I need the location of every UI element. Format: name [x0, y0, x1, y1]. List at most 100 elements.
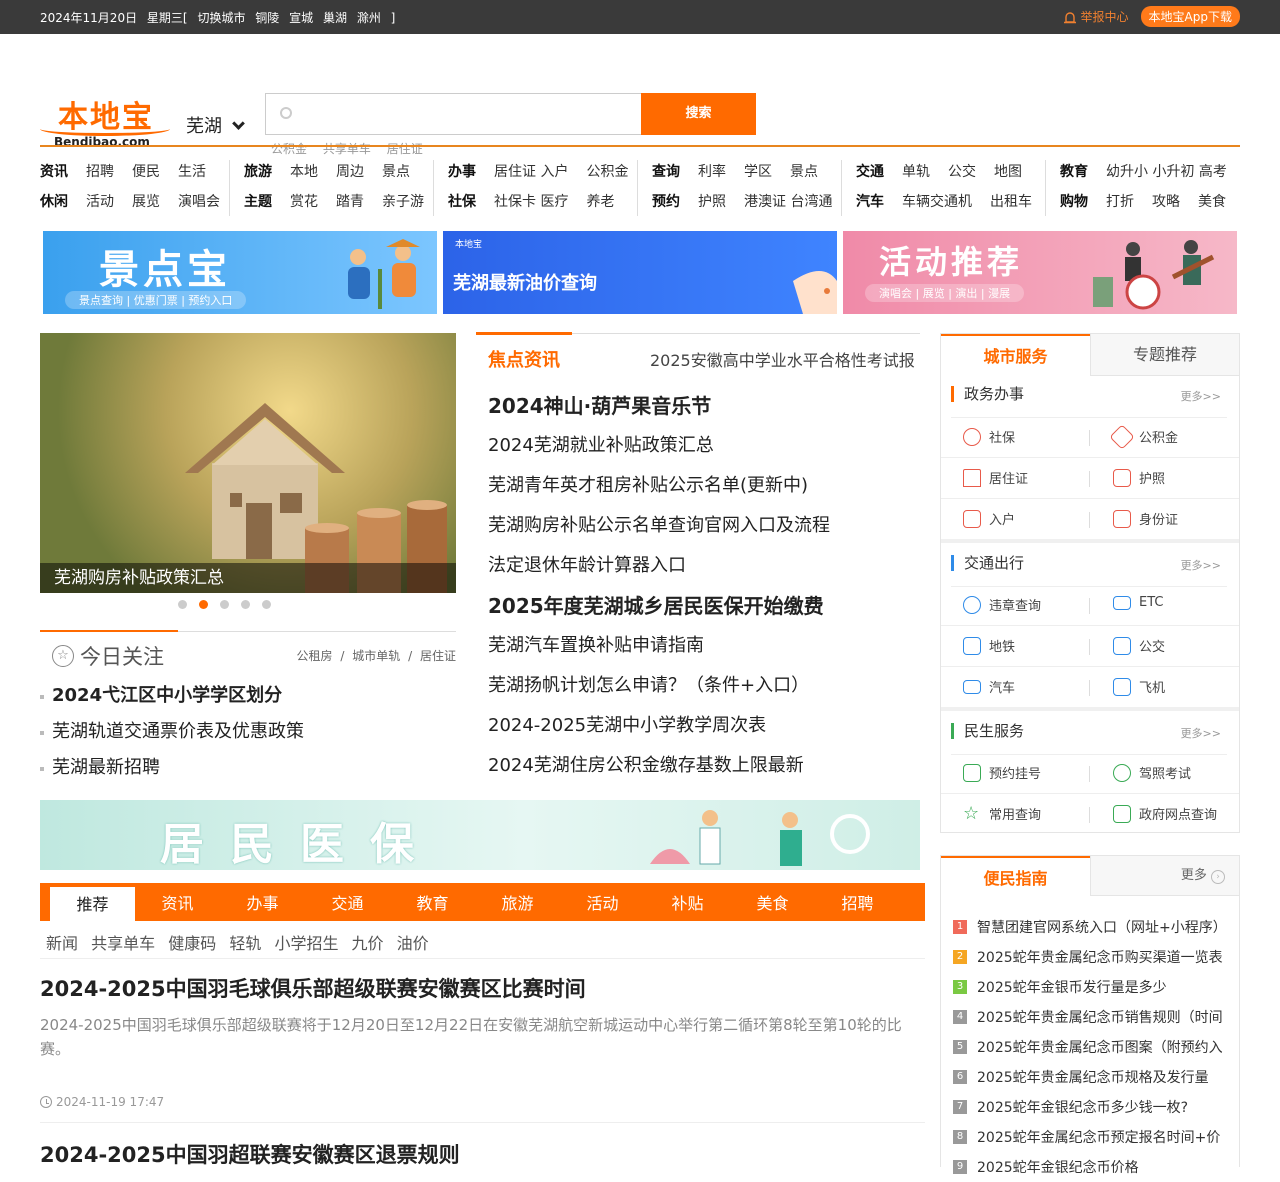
nav-link[interactable]: 查询 — [652, 164, 680, 180]
nav-link[interactable]: 养老 — [586, 194, 614, 210]
nav-link[interactable]: 演唱会 — [178, 194, 220, 210]
list-item[interactable]: 2024-2025芜湖中小学教学周次表 — [488, 711, 830, 751]
city-link[interactable]: 滁州 — [357, 11, 381, 25]
list-item[interactable]: 2024芜湖就业补贴政策汇总 — [488, 431, 830, 471]
slide-dot[interactable] — [178, 600, 187, 609]
nav-link[interactable]: 公交 — [948, 164, 976, 180]
slide-dot[interactable] — [241, 600, 250, 609]
service-violation[interactable]: 违章查询 — [963, 595, 1041, 614]
nav-link[interactable]: 赏花 — [290, 194, 318, 210]
service-idcard[interactable]: 身份证 — [1113, 509, 1178, 528]
today-tag-link[interactable]: 公租房 — [297, 649, 333, 663]
service-juzhuzheng[interactable]: 居住证 — [963, 468, 1028, 487]
list-item[interactable]: 2024芜湖住房公积金缴存基数上限最新 — [488, 751, 830, 791]
slide-dot[interactable] — [262, 600, 271, 609]
tab-traffic[interactable]: 交通 — [305, 883, 390, 921]
nav-link[interactable]: 攻略 — [1152, 194, 1180, 210]
nav-link[interactable]: 出租车 — [990, 194, 1032, 210]
nav-link[interactable]: 美食 — [1198, 194, 1226, 210]
service-gongjijin[interactable]: 公积金 — [1109, 423, 1178, 450]
list-item[interactable]: 芜湖最新招聘 — [40, 755, 304, 791]
service-plane[interactable]: 飞机 — [1113, 677, 1165, 696]
city-selector[interactable]: 芜湖 — [186, 112, 245, 138]
nav-link[interactable]: 打折 — [1106, 194, 1134, 210]
sub-tab-link[interactable]: 轻轨 — [229, 934, 261, 953]
search-input[interactable] — [302, 104, 622, 126]
search-button[interactable]: 搜索 — [641, 93, 756, 135]
tab-events[interactable]: 活动 — [560, 883, 645, 921]
guide-item[interactable]: 4 2025蛇年贵金属纪念币销售规则（时间 — [953, 1002, 1227, 1032]
tab-food[interactable]: 美食 — [730, 883, 815, 921]
service-etc[interactable]: ETC — [1113, 595, 1163, 610]
nav-link[interactable]: 休闲 — [40, 194, 68, 210]
tab-education[interactable]: 教育 — [390, 883, 475, 921]
guide-item[interactable]: 8 2025蛇年金属纪念币预定报名时间+价 — [953, 1122, 1227, 1152]
service-ruhu[interactable]: 入户 — [963, 509, 1015, 528]
tab-recommend[interactable]: 推荐 — [50, 887, 135, 921]
nav-link[interactable]: 景点 — [382, 164, 410, 180]
guide-more-link[interactable]: 更多 › — [1090, 856, 1239, 896]
list-item[interactable]: 2025年度芜湖城乡居民医保开始缴费 — [488, 591, 830, 631]
nav-link[interactable]: 主题 — [244, 194, 272, 210]
slide-dot-active[interactable] — [199, 600, 208, 609]
sub-tab-link[interactable]: 共享单车 — [91, 934, 155, 953]
slide-dot[interactable] — [220, 600, 229, 609]
tab-subsidy[interactable]: 补贴 — [645, 883, 730, 921]
nav-link[interactable]: 周边 — [336, 164, 364, 180]
list-item[interactable]: 法定退休年龄计算器入口 — [488, 551, 830, 591]
city-link[interactable]: 宣城 — [289, 11, 313, 25]
report-center-link[interactable]: 举报中心 — [1063, 8, 1129, 25]
nav-link[interactable]: 社保 — [448, 194, 476, 210]
service-bus[interactable]: 公交 — [1113, 636, 1165, 655]
list-item[interactable]: 芜湖轨道交通票价表及优惠政策 — [40, 719, 304, 755]
guide-item[interactable]: 1 智慧团建官网系统入口（网址+小程序） — [953, 912, 1227, 942]
list-item[interactable]: 芜湖青年英才租房补贴公示名单(更新中) — [488, 471, 830, 511]
list-item[interactable]: 芜湖汽车置换补贴申请指南 — [488, 631, 830, 671]
nav-link[interactable]: 护照 — [698, 194, 726, 210]
nav-link[interactable]: 展览 — [132, 194, 160, 210]
scenic-banner[interactable]: 景点宝 景点查询 | 优惠门票 | 预约入口 — [43, 231, 437, 314]
today-tag-link[interactable]: 城市单轨 — [352, 649, 400, 663]
tab-topics[interactable]: 专题推荐 — [1090, 334, 1239, 376]
nav-link[interactable]: 教育 — [1060, 164, 1088, 180]
focus-lead-link[interactable]: 2025安徽高中学业水平合格性考试报 — [650, 347, 915, 371]
nav-link[interactable]: 招聘 — [86, 164, 114, 180]
tab-travel[interactable]: 旅游 — [475, 883, 560, 921]
service-common-query[interactable]: ☆ 常用查询 — [963, 804, 1041, 823]
guide-item[interactable]: 3 2025蛇年金银币发行量是多少 — [953, 972, 1227, 1002]
service-gov-outlets[interactable]: 政府网点查询 — [1113, 804, 1217, 823]
nav-link[interactable]: 购物 — [1060, 194, 1088, 210]
nav-link[interactable]: 汽车 — [856, 194, 884, 210]
sub-tab-link[interactable]: 小学招生 — [274, 934, 338, 953]
city-link[interactable]: 铜陵 — [255, 11, 279, 25]
nav-link[interactable]: 办事 — [448, 164, 476, 180]
nav-link[interactable]: 景点 — [790, 164, 818, 180]
nav-link[interactable]: 地图 — [994, 164, 1022, 180]
oil-price-banner[interactable]: 本地宝 芜湖最新油价查询 — [443, 231, 837, 314]
list-item[interactable]: 2024神山·葫芦果音乐节 — [488, 391, 830, 431]
service-car[interactable]: 汽车 — [963, 677, 1015, 696]
nav-link[interactable]: 踏青 — [336, 194, 364, 210]
guide-item[interactable]: 7 2025蛇年金银纪念币多少钱一枚? — [953, 1092, 1227, 1122]
nav-link[interactable]: 公积金 — [586, 164, 628, 180]
nav-link[interactable]: 本地 — [290, 164, 318, 180]
tab-affairs[interactable]: 办事 — [220, 883, 305, 921]
guide-item[interactable]: 2 2025蛇年贵金属纪念币购买渠道一览表 — [953, 942, 1227, 972]
nav-link[interactable]: 幼升小 小升初 高考 — [1106, 164, 1227, 180]
list-item[interactable]: 2024弋江区中小学学区划分 — [40, 683, 304, 719]
sub-tab-link[interactable]: 新闻 — [46, 934, 78, 953]
tab-city-services[interactable]: 城市服务 — [941, 334, 1090, 376]
service-shebao[interactable]: 社保 — [963, 427, 1015, 446]
nav-link[interactable]: 便民 — [132, 164, 160, 180]
tab-jobs[interactable]: 招聘 — [815, 883, 900, 921]
more-link[interactable]: 更多>> — [1181, 388, 1221, 404]
nav-link[interactable]: 旅游 — [244, 164, 272, 180]
today-tag-link[interactable]: 居住证 — [420, 649, 456, 663]
sub-tab-link[interactable]: 油价 — [397, 934, 429, 953]
list-item[interactable]: 芜湖扬帆计划怎么申请？（条件+入口） — [488, 671, 830, 711]
service-metro[interactable]: 地铁 — [963, 636, 1015, 655]
hero-slideshow[interactable]: 芜湖购房补贴政策汇总 — [40, 333, 456, 593]
nav-link[interactable]: 居住证 入户 — [494, 164, 568, 180]
sub-tab-link[interactable]: 九价 — [352, 934, 384, 953]
service-driving-test[interactable]: 驾照考试 — [1113, 763, 1191, 782]
